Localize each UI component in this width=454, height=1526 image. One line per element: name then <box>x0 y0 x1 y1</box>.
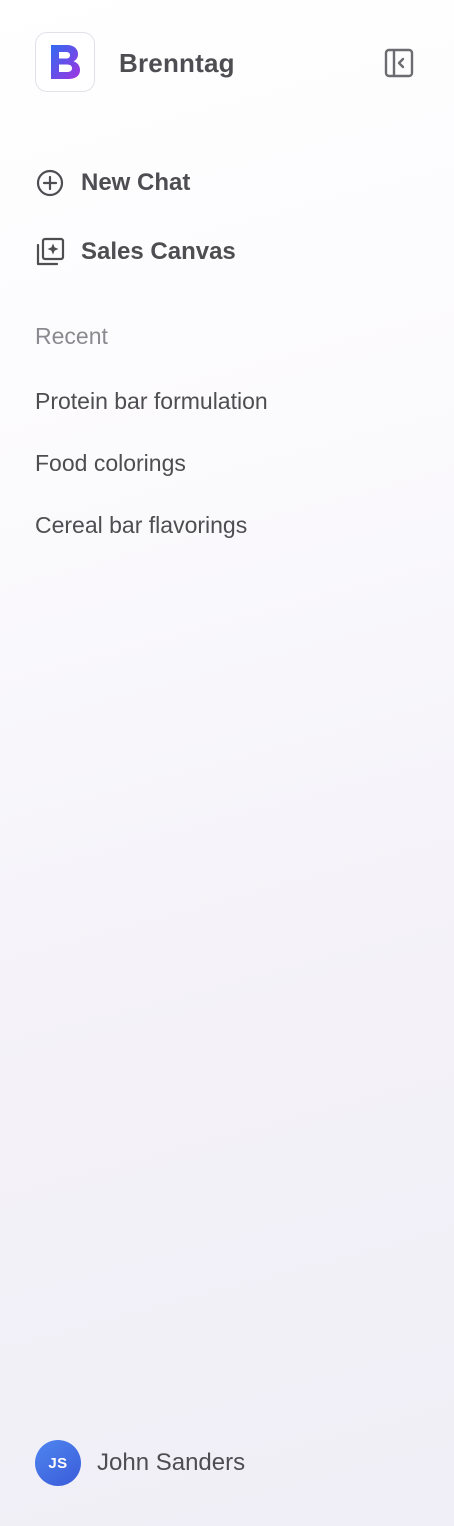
recent-list: Protein bar formulation Food colorings C… <box>35 383 268 569</box>
sparkle-gallery-icon <box>35 237 65 267</box>
nav-sales-canvas-label: Sales Canvas <box>81 238 236 265</box>
avatar: JS <box>35 1440 81 1486</box>
nav-sales-canvas[interactable]: Sales Canvas <box>35 234 236 270</box>
recent-item[interactable]: Protein bar formulation <box>35 383 268 445</box>
brenntag-logo-icon <box>51 45 80 79</box>
plus-circle-icon <box>35 168 65 198</box>
user-profile[interactable]: JS John Sanders <box>35 1440 245 1486</box>
recent-section-title: Recent <box>35 323 108 349</box>
sidebar: Brenntag New Chat Sales Canvas Recent Pr… <box>0 0 454 1526</box>
user-name: John Sanders <box>97 1449 246 1476</box>
brand-logo[interactable] <box>35 32 95 92</box>
brand-name: Brenntag <box>119 48 235 78</box>
collapse-sidebar-button[interactable] <box>382 46 416 80</box>
nav-new-chat[interactable]: New Chat <box>35 165 190 201</box>
recent-item[interactable]: Food colorings <box>35 445 268 507</box>
sidebar-collapse-icon <box>384 48 414 78</box>
recent-item[interactable]: Cereal bar flavorings <box>35 507 268 569</box>
nav-new-chat-label: New Chat <box>81 169 191 196</box>
